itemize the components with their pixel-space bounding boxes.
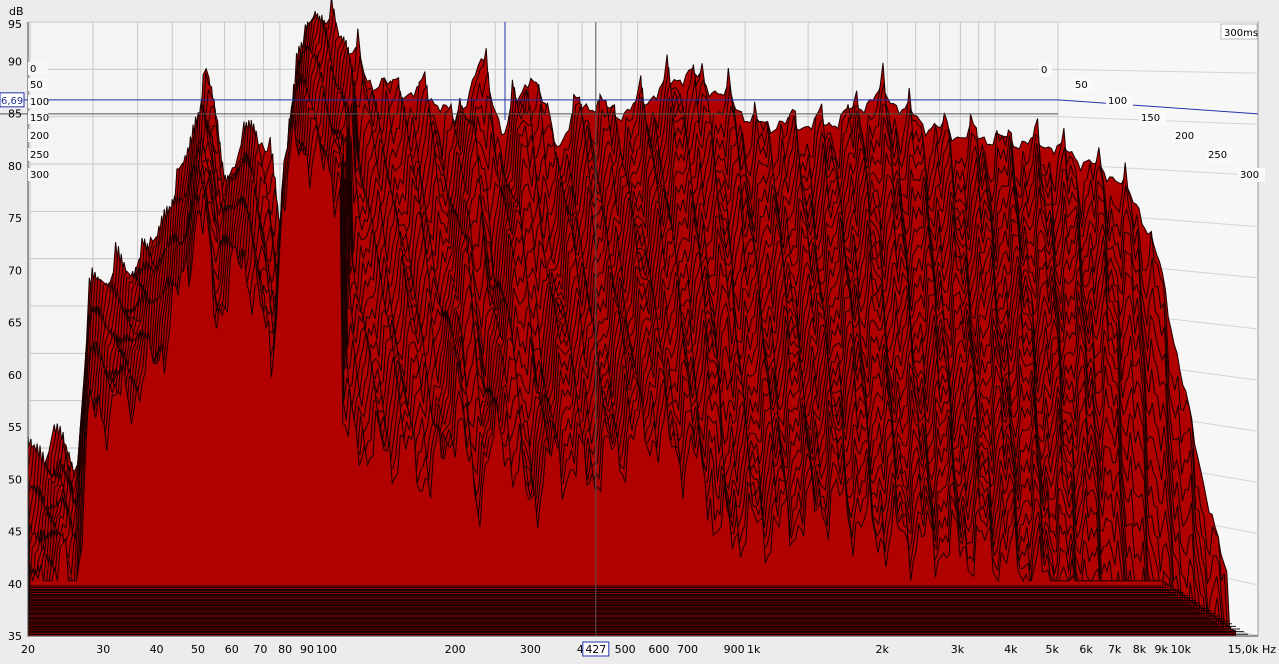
- time-tick-label-left: 50: [30, 80, 43, 91]
- y-tick-label: 45: [8, 526, 22, 539]
- time-tick-label-left: 200: [30, 131, 49, 142]
- x-tick-label: 200: [445, 643, 466, 656]
- x-tick-label: 300: [520, 643, 541, 656]
- y-tick-label: 40: [8, 578, 22, 591]
- y-tick-label: 80: [8, 160, 22, 173]
- time-tick-label-right: 250: [1208, 150, 1227, 161]
- x-tick-label: 60: [225, 643, 239, 656]
- x-tick-label: 10k: [1171, 643, 1192, 656]
- time-tick-label-right: 50: [1075, 80, 1088, 91]
- time-tick-label-right: 100: [1108, 96, 1127, 107]
- x-tick-label: 100: [316, 643, 337, 656]
- x-tick-label: 90: [300, 643, 314, 656]
- x-tick-label: 3k: [951, 643, 965, 656]
- y-tick-label: 75: [8, 212, 22, 225]
- x-tick-label: 500: [615, 643, 636, 656]
- x-tick-label: 40: [150, 643, 164, 656]
- y-tick-label: 90: [8, 55, 22, 68]
- x-tick-label: 1k: [747, 643, 761, 656]
- x-tick-label: 7k: [1108, 643, 1122, 656]
- y-tick-label: 50: [8, 473, 22, 486]
- x-tick-label: 600: [648, 643, 669, 656]
- x-tick-label: 30: [96, 643, 110, 656]
- waterfall-chart: dB95 90 85 80 75 70 65 60 55 50 45 40 3520 30 40 50 60 70…: [0, 0, 1279, 664]
- y-tick-label: 60: [8, 369, 22, 382]
- x-tick-label: 50: [191, 643, 205, 656]
- time-tick-label-left: 100: [30, 97, 49, 108]
- x-tick-label: 8k: [1133, 643, 1147, 656]
- x-tick-label: 900: [724, 643, 745, 656]
- x-tick-label: 5k: [1046, 643, 1060, 656]
- x-tick-label: 6k: [1079, 643, 1093, 656]
- time-tick-label-left: 150: [30, 113, 49, 124]
- time-tick-label-left: 0: [30, 64, 36, 75]
- y-tick-label: 70: [8, 264, 22, 277]
- x-tick-label: 70: [253, 643, 267, 656]
- y-tick-label: 35: [8, 630, 22, 643]
- time-tick-label-right: 150: [1141, 113, 1160, 124]
- x-tick-label: 15,0k Hz: [1228, 643, 1277, 656]
- y-tick-label: 65: [8, 317, 22, 330]
- y-tick-label: 85: [8, 108, 22, 121]
- x-tick-label: 2k: [876, 643, 890, 656]
- x-tick-label: 4k: [1004, 643, 1018, 656]
- y-unit-label: dB: [9, 5, 24, 18]
- cursor-level-readout: 6,69: [1, 96, 23, 107]
- x-tick-label: 9k: [1155, 643, 1169, 656]
- y-tick-label: 55: [8, 421, 22, 434]
- time-tick-label-left: 250: [30, 150, 49, 161]
- y-tick-label: 95: [8, 18, 22, 31]
- x-tick-label: 20: [21, 643, 35, 656]
- cursor-frequency-readout: 427: [585, 643, 606, 656]
- time-tick-label-right: 200: [1175, 131, 1194, 142]
- x-tick-label: 700: [677, 643, 698, 656]
- x-tick-label: 80: [278, 643, 292, 656]
- time-end-label: 300ms: [1224, 28, 1258, 39]
- time-tick-label-right: 300: [1240, 170, 1259, 181]
- time-tick-label-right: 0: [1041, 65, 1047, 76]
- time-tick-label-left: 300: [30, 170, 49, 181]
